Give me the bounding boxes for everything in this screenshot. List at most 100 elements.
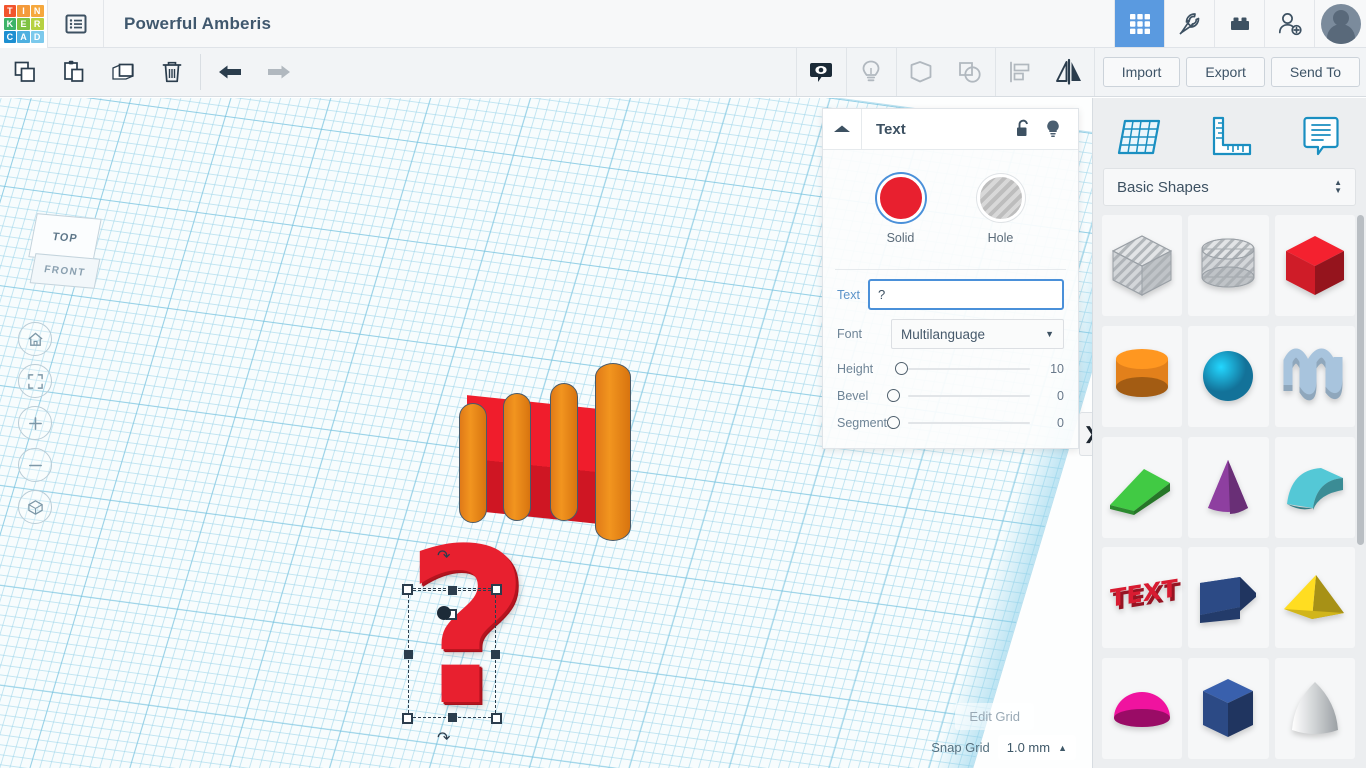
shape-house[interactable] [1188,547,1269,649]
toolbar-actions: Import Export Send To [1093,48,1366,96]
align-button[interactable] [996,48,1045,96]
shape-text[interactable]: TEXT TEXT [1102,547,1183,649]
paste-button[interactable] [49,48,98,96]
user-avatar[interactable] [1314,0,1366,47]
import-button[interactable]: Import [1102,57,1181,87]
perspective-toggle-button[interactable] [18,490,52,524]
spool-flange-4 [595,363,631,541]
group-button[interactable] [897,48,946,96]
shape-sphere[interactable] [1188,325,1269,427]
note-button[interactable] [797,48,846,96]
segments-slider-knob[interactable] [887,416,900,429]
pickaxe-icon[interactable] [1164,0,1214,47]
shape-cylinder[interactable] [1102,325,1183,427]
send-to-button[interactable]: Send To [1270,57,1360,87]
resize-handle-top-right[interactable] [491,584,502,595]
tinkercad-logo[interactable]: TIN KER CAD [0,0,48,48]
delete-button[interactable] [147,48,196,96]
bevel-value[interactable]: 0 [1042,389,1064,403]
logo-tile-t: T [3,5,17,17]
properties-panel: Text Solid Hole Text ? Font Multilanguag… [822,108,1079,449]
segments-slider[interactable] [887,416,1034,430]
hole-pattern-swatch[interactable] [976,174,1025,222]
list-menu-icon[interactable] [48,0,104,47]
rotate-handle-top[interactable]: ↷ [437,546,450,566]
hole-mode[interactable]: Hole [976,174,1025,245]
resize-handle-bottom-right[interactable] [491,713,502,724]
bevel-label: Bevel [837,389,869,403]
chevron-down-icon: ▼ [1045,329,1054,339]
solid-mode[interactable]: Solid [876,174,925,245]
elevation-handle[interactable] [437,606,451,620]
toolbar-divider [200,54,201,90]
lightbulb-icon[interactable] [1038,119,1068,139]
shape-wedge[interactable] [1102,436,1183,538]
shapes-category-select[interactable]: Basic Shapes ▲ ▼ [1103,168,1356,206]
zoom-in-button[interactable] [18,406,52,440]
add-person-icon[interactable] [1264,0,1314,47]
snap-grid-select[interactable]: 1.0 mm ▲ [997,735,1076,760]
undo-button[interactable] [205,48,254,96]
resize-handle-middle-right[interactable] [491,650,500,659]
shape-paraboloid[interactable] [1274,658,1355,760]
document-title[interactable]: Powerful Amberis [104,0,271,47]
shape-cylinder-hole[interactable] [1188,215,1269,316]
shape-polygon[interactable] [1188,658,1269,760]
unlock-icon[interactable] [1008,119,1038,139]
resize-handle-bottom-left[interactable] [402,713,413,724]
mirror-button[interactable] [1045,48,1094,96]
lightbulb-button[interactable] [847,48,896,96]
segments-value[interactable]: 0 [1042,416,1064,430]
view-cube[interactable]: TOP FRONT [24,213,106,294]
ungroup-button[interactable] [946,48,995,96]
font-select-value: Multilanguage [901,326,986,342]
edit-grid-button[interactable]: Edit Grid [955,703,1034,730]
duplicate-button[interactable] [98,48,147,96]
logo-tile-a: A [17,31,30,43]
workplane-icon[interactable] [1093,108,1184,164]
copy-button[interactable] [0,48,49,96]
font-select[interactable]: Multilanguage ▼ [891,319,1064,349]
mode-selector: Solid Hole [823,167,1078,249]
logo-tile-n: N [30,5,44,17]
height-value[interactable]: 10 [1042,362,1064,376]
stepper-icon: ▲ ▼ [1334,178,1342,195]
resize-handle-top-center[interactable] [448,586,457,595]
export-button[interactable]: Export [1186,57,1265,87]
font-field-row: Font Multilanguage ▼ [823,310,1078,349]
redo-button[interactable] [254,48,303,96]
shape-box-hole[interactable] [1102,215,1183,316]
shape-pyramid[interactable] [1274,547,1355,649]
bevel-slider-knob[interactable] [887,389,900,402]
notes-icon[interactable] [1275,108,1366,164]
resize-handle-middle-left[interactable] [404,650,413,659]
snap-grid-label: Snap Grid [931,740,990,755]
shape-scribble[interactable] [1274,325,1355,427]
grid-view-icon[interactable] [1114,0,1164,47]
ruler-icon[interactable] [1184,108,1275,164]
resize-handle-bottom-center[interactable] [448,713,457,722]
resize-handle-top-left[interactable] [402,584,413,595]
shape-half-sphere[interactable] [1102,658,1183,760]
rotate-handle-bottom[interactable]: ↷ [437,728,450,748]
text-field-label: Text [837,287,860,302]
brick-icon[interactable] [1214,0,1264,47]
view-cube-front[interactable]: FRONT [29,253,101,289]
selection-bounding-box[interactable] [402,584,502,724]
fit-view-button[interactable] [18,364,52,398]
solid-color-swatch[interactable] [876,174,925,222]
text-input[interactable] [868,279,1064,310]
shape-box[interactable] [1274,215,1355,316]
avatar-image [1320,3,1361,44]
bevel-slider[interactable] [887,389,1034,403]
height-slider[interactable] [891,362,1034,376]
shapes-scrollbar[interactable] [1357,215,1364,545]
shape-cone[interactable] [1188,436,1269,538]
chevron-up-icon[interactable] [823,109,862,149]
zoom-out-button[interactable] [18,448,52,482]
home-view-button[interactable] [18,322,52,356]
height-slider-knob[interactable] [895,362,908,375]
shape-roof[interactable] [1274,436,1355,538]
snap-grid-value: 1.0 mm [1006,740,1051,755]
logo-tile-i: I [17,5,30,17]
